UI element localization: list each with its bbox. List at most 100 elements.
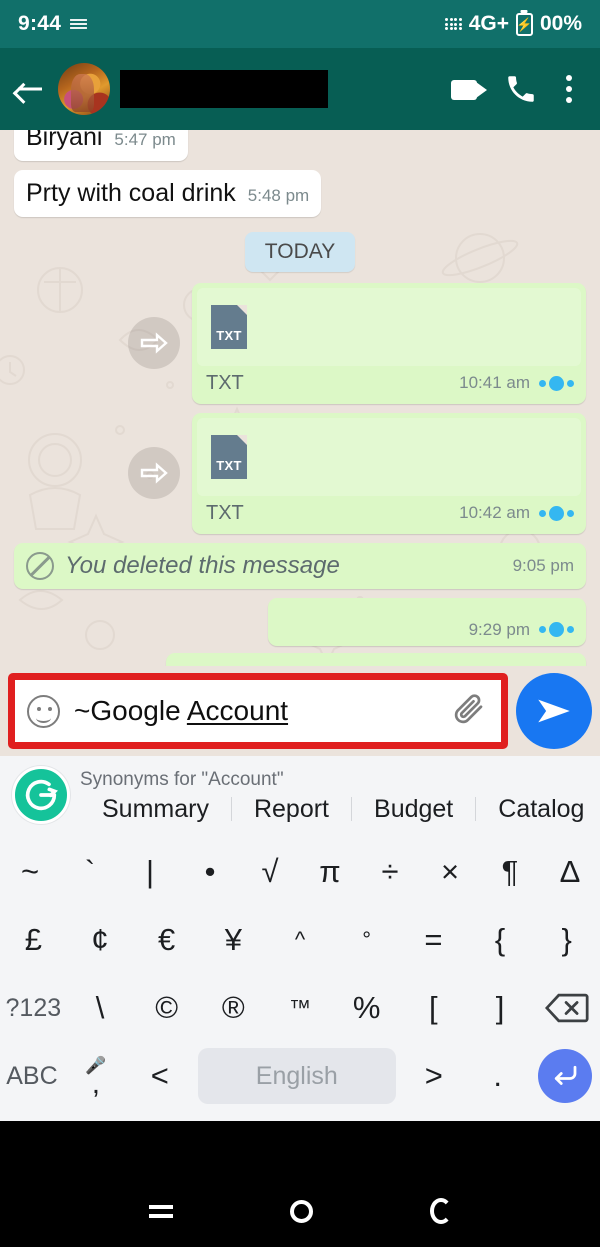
- message-time: 10:42 am: [459, 503, 530, 522]
- message-time: 5:47 pm: [114, 130, 176, 149]
- key-pipe[interactable]: |: [120, 838, 180, 906]
- suggestion-strip: Synonyms for "Account" Summary Report Bu…: [0, 756, 600, 834]
- video-camera-icon[interactable]: [448, 68, 490, 110]
- key-sqrt[interactable]: √: [240, 838, 300, 906]
- key-prev-arrow[interactable]: <: [128, 1042, 192, 1110]
- chat-message-area[interactable]: Biryani 5:47 pm Prty with coal drink 5:4…: [0, 130, 600, 666]
- message-bubble-outgoing[interactable]: 9:29 pm: [268, 597, 586, 646]
- key-brace-close[interactable]: }: [533, 906, 600, 974]
- message-input[interactable]: ~Google Account: [74, 695, 437, 727]
- key-pound[interactable]: £: [0, 906, 67, 974]
- message-time: 9:29 pm: [468, 619, 530, 639]
- key-pilcrow[interactable]: ¶: [480, 838, 540, 906]
- key-next-arrow[interactable]: >: [402, 1042, 466, 1110]
- key-percent[interactable]: %: [333, 974, 400, 1042]
- key-trademark[interactable]: ™: [267, 974, 334, 1042]
- battery-percent-label: 00%: [539, 12, 582, 35]
- grammarly-g-icon[interactable]: [12, 766, 70, 824]
- document-preview: TXT: [197, 417, 581, 496]
- key-abc-switch[interactable]: ABC: [0, 1042, 64, 1110]
- message-bubble-outgoing[interactable]: ★ 9:43 pm: [166, 652, 586, 666]
- message-input-underlined: Account: [186, 695, 289, 726]
- message-time: 9:05 pm: [512, 555, 574, 575]
- date-divider: TODAY: [244, 231, 356, 272]
- suggestion-chip[interactable]: Report: [232, 795, 351, 824]
- txt-file-label: TXT: [216, 457, 242, 473]
- key-degree[interactable]: °: [333, 906, 400, 974]
- suggestion-chips-row: Summary Report Budget Catalog Fu: [80, 795, 600, 824]
- message-text: Prty with coal drink: [26, 178, 236, 207]
- key-registered[interactable]: ®: [200, 974, 267, 1042]
- keyboard-row-3: ?123 \ © ® ™ % [ ]: [0, 974, 600, 1042]
- keyboard-row-4: ABC 🎤 , < English > .: [0, 1042, 600, 1110]
- key-backtick[interactable]: `: [60, 838, 120, 906]
- send-paper-plane-icon: [538, 699, 570, 723]
- key-period[interactable]: .: [466, 1042, 530, 1110]
- phone-icon[interactable]: [500, 68, 542, 110]
- enter-key[interactable]: [530, 1049, 600, 1103]
- key-bracket-open[interactable]: [: [400, 974, 467, 1042]
- backspace-icon[interactable]: [533, 992, 600, 1024]
- key-yen[interactable]: ¥: [200, 906, 267, 974]
- message-bubble-outgoing[interactable]: TXT TXT 10:41 am: [192, 282, 586, 404]
- message-bubble-incoming[interactable]: Biryani 5:47 pm: [14, 130, 188, 161]
- on-screen-keyboard: ~ ` | • √ π ÷ × ¶ Δ £ ¢ € ¥ ^ ° = { } ?1…: [0, 834, 600, 1121]
- suggestion-chip[interactable]: Catalog: [476, 795, 600, 824]
- home-circle-icon[interactable]: [289, 1199, 313, 1223]
- key-caret[interactable]: ^: [267, 906, 334, 974]
- status-clock: 9:44: [18, 12, 62, 35]
- message-input-highlight[interactable]: ~Google Account: [8, 673, 508, 749]
- document-message-row[interactable]: TXT TXT 10:42 am: [14, 412, 586, 534]
- key-bracket-close[interactable]: ]: [467, 974, 534, 1042]
- read-receipt-icon: [539, 622, 574, 637]
- suggestion-chip[interactable]: Summary: [80, 795, 231, 824]
- date-divider-row: TODAY: [14, 231, 586, 272]
- blocked-circle-icon: [26, 551, 54, 580]
- spacebar[interactable]: English: [197, 1048, 396, 1104]
- synonyms-label: Synonyms for "Account": [80, 769, 284, 791]
- key-equals[interactable]: =: [400, 906, 467, 974]
- suggestion-chip[interactable]: Budget: [352, 795, 475, 824]
- read-receipt-icon: [539, 505, 574, 521]
- android-navigation-bar: [0, 1175, 600, 1247]
- recents-icon[interactable]: [148, 1204, 173, 1218]
- message-text: Biryani: [26, 130, 103, 151]
- key-multiply[interactable]: ×: [420, 838, 480, 906]
- key-backslash[interactable]: \: [67, 974, 134, 1042]
- keyboard-row-1: ~ ` | • √ π ÷ × ¶ Δ: [0, 838, 600, 906]
- key-delta[interactable]: Δ: [540, 838, 600, 906]
- message-bubble-deleted[interactable]: You deleted this message 9:05 pm: [14, 542, 586, 589]
- key-pi[interactable]: π: [300, 838, 360, 906]
- key-bullet[interactable]: •: [180, 838, 240, 906]
- key-tilde[interactable]: ~: [0, 838, 60, 906]
- key-copyright[interactable]: ©: [133, 974, 200, 1042]
- emoji-smiley-icon[interactable]: [27, 694, 60, 728]
- avatar[interactable]: [58, 63, 110, 115]
- battery-charging-icon: ⚡: [515, 12, 533, 36]
- keyboard-row-2: £ ¢ € ¥ ^ ° = { }: [0, 906, 600, 974]
- message-input-bar: ~Google Account: [0, 666, 600, 756]
- back-c-icon[interactable]: [429, 1198, 452, 1224]
- message-bubble-outgoing[interactable]: TXT TXT 10:42 am: [192, 412, 586, 534]
- message-bubble-incoming[interactable]: Prty with coal drink 5:48 pm: [14, 169, 322, 217]
- key-numeric-switch[interactable]: ?123: [0, 974, 67, 1042]
- key-euro[interactable]: €: [133, 906, 200, 974]
- document-preview: TXT: [197, 287, 581, 366]
- contact-name-redacted[interactable]: [120, 70, 328, 108]
- send-button[interactable]: [516, 673, 592, 749]
- back-arrow-icon[interactable]: [10, 70, 48, 108]
- key-divide[interactable]: ÷: [360, 838, 420, 906]
- chat-header: [0, 48, 600, 130]
- forwarded-arrow-icon: [128, 316, 180, 369]
- enter-return-icon: [537, 1049, 592, 1103]
- key-mic-comma[interactable]: 🎤 ,: [64, 1042, 128, 1110]
- more-vertical-icon[interactable]: [552, 68, 586, 110]
- message-input-prefix: ~Google: [74, 695, 187, 726]
- message-list: Biryani 5:47 pm Prty with coal drink 5:4…: [0, 130, 600, 666]
- message-time: 10:41 am: [459, 373, 530, 392]
- key-cent[interactable]: ¢: [67, 906, 134, 974]
- document-message-row[interactable]: TXT TXT 10:41 am: [14, 282, 586, 404]
- key-brace-open[interactable]: {: [467, 906, 534, 974]
- paperclip-icon[interactable]: [451, 691, 487, 732]
- txt-file-icon: TXT: [211, 434, 247, 479]
